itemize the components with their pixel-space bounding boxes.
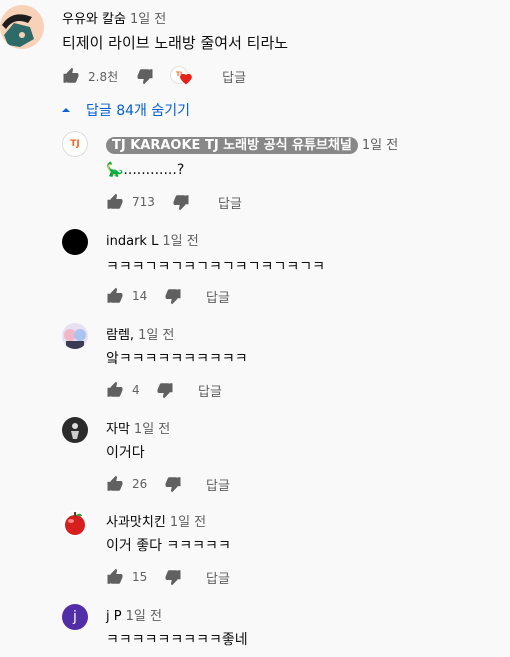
reply-button[interactable]: 답글	[198, 381, 222, 400]
thumbs-down-icon	[173, 195, 189, 211]
comment-actions: 4 답글	[106, 380, 222, 400]
author-name[interactable]: j P	[106, 609, 122, 624]
author-name[interactable]: indark L	[106, 234, 158, 249]
reply-button[interactable]: 답글	[206, 475, 230, 494]
dislike-button[interactable]	[164, 475, 182, 493]
like-count: 4	[132, 383, 140, 397]
avatar[interactable]	[62, 229, 88, 255]
comment-time[interactable]: 1일 전	[162, 234, 198, 249]
comment-meta: TJ KARAOKE TJ 노래방 공식 유튜브채널 1일 전	[106, 134, 398, 154]
thumbs-down-icon	[137, 69, 153, 85]
comment-text: ㅋㅋㅋㅋㅋㅋㅋㅋㅋ좋네	[106, 632, 248, 648]
dislike-button[interactable]	[164, 287, 182, 305]
avatar[interactable]	[62, 323, 88, 349]
creator-heart: TJ	[170, 66, 196, 86]
reply-button[interactable]: 답글	[206, 568, 230, 587]
comment-meta: 사과맛치킨 1일 전	[106, 511, 206, 530]
dislike-button[interactable]	[136, 67, 154, 85]
comment-text: 이거다	[106, 445, 145, 461]
comment-actions: 713 답글	[106, 192, 242, 212]
comment-actions: 15 답글	[106, 567, 230, 587]
like-count: 14	[132, 289, 148, 303]
like-count: 2.8천	[88, 69, 119, 84]
avatar-initial: j	[73, 609, 77, 625]
thumbs-down-icon	[165, 289, 181, 305]
reply-button[interactable]: 답글	[218, 193, 242, 212]
like-count: 15	[132, 570, 148, 584]
comment-actions: 2.8천 TJ 답글	[62, 66, 246, 86]
avatar-label: TJ	[70, 139, 80, 149]
thumbs-up-icon	[107, 193, 123, 209]
avatar[interactable]	[62, 510, 88, 536]
thumbs-down-icon	[165, 570, 181, 586]
hide-replies-label: 답글 84개 숨기기	[86, 103, 190, 119]
comment-meta: 람렘, 1일 전	[106, 324, 174, 343]
comment-text: 이거 좋다 ㅋㅋㅋㅋㅋ	[106, 538, 231, 554]
like-count: 26	[132, 477, 148, 491]
dislike-button[interactable]	[164, 568, 182, 586]
author-name[interactable]: 람렘,	[106, 328, 134, 343]
comment-actions: 26 답글	[106, 474, 230, 494]
comment-text: 티제이 라이브 노래방 줄여서 티라노	[62, 34, 289, 52]
comment-time[interactable]: 1일 전	[134, 422, 170, 437]
comment-meta: j P 1일 전	[106, 605, 162, 624]
thumbs-up-icon	[107, 287, 123, 303]
like-button[interactable]	[106, 193, 124, 211]
avatar[interactable]	[62, 417, 88, 443]
like-count: 713	[132, 195, 155, 209]
comment-time[interactable]: 1일 전	[362, 138, 398, 153]
like-button[interactable]	[106, 475, 124, 493]
comment-time[interactable]: 1일 전	[126, 609, 162, 624]
reply-button[interactable]: 답글	[222, 67, 246, 86]
thumbs-up-icon	[107, 381, 123, 397]
comment-meta: 자막 1일 전	[106, 418, 170, 437]
thumbs-down-icon	[157, 383, 173, 399]
comment-time[interactable]: 1일 전	[138, 328, 174, 343]
avatar[interactable]	[0, 5, 44, 49]
hide-replies-toggle[interactable]: 답글 84개 숨기기	[60, 100, 190, 120]
like-button[interactable]	[62, 67, 80, 85]
reply-button[interactable]: 답글	[206, 287, 230, 306]
author-name[interactable]: 사과맛치킨	[106, 515, 166, 530]
thumbs-up-icon	[63, 67, 79, 83]
heart-icon	[180, 73, 192, 85]
comment-text: 🦕............?	[106, 162, 185, 178]
comment-text: ㅋㅋㅋㄱㅋㄱㅋㄱㅋㄱㅋㄱㅋㄱㅋㄱㅋ	[106, 259, 325, 275]
like-button[interactable]	[106, 287, 124, 305]
comment-meta: 우유와 칼숨 1일 전	[62, 8, 166, 27]
thumbs-up-icon	[107, 568, 123, 584]
avatar[interactable]: TJ	[62, 131, 88, 157]
thumbs-down-icon	[165, 477, 181, 493]
comment-time[interactable]: 1일 전	[130, 12, 166, 27]
author-name[interactable]: 자막	[106, 422, 130, 437]
comment-time[interactable]: 1일 전	[170, 515, 206, 530]
comment-text: 앜ㅋㅋㅋㅋㅋㅋㅋㅋㅋㅋ	[106, 351, 248, 367]
like-button[interactable]	[106, 381, 124, 399]
dislike-button[interactable]	[156, 381, 174, 399]
thumbs-up-icon	[107, 475, 123, 491]
dislike-button[interactable]	[172, 193, 190, 211]
channel-owner-badge[interactable]: TJ KARAOKE TJ 노래방 공식 유튜브채널	[106, 137, 358, 154]
like-button[interactable]	[106, 568, 124, 586]
author-name[interactable]: 우유와 칼숨	[62, 12, 126, 27]
comment-actions: 14 답글	[106, 286, 230, 306]
comment-meta: indark L 1일 전	[106, 230, 199, 249]
chevron-up-icon	[62, 108, 70, 112]
avatar[interactable]: j	[62, 604, 88, 630]
